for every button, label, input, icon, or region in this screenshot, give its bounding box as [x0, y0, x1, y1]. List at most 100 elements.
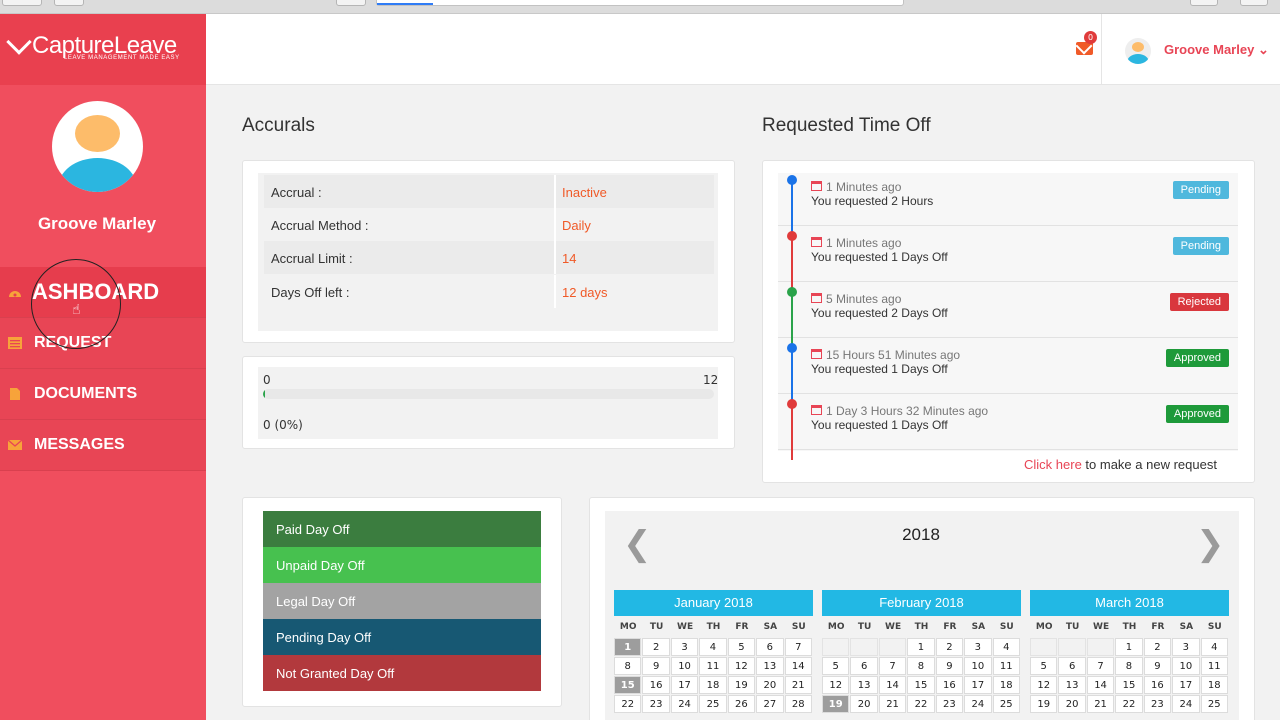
calendar-day[interactable]: 23: [1143, 695, 1172, 713]
calendar-day[interactable]: 23: [935, 695, 964, 713]
calendar-day[interactable]: 2: [935, 638, 964, 656]
calendar-day[interactable]: 2: [1143, 638, 1172, 656]
calendar-day[interactable]: 24: [964, 695, 992, 713]
calendar-day[interactable]: 17: [670, 676, 699, 694]
calendar-day[interactable]: 25: [699, 695, 727, 713]
calendar-day[interactable]: 15: [907, 676, 935, 694]
calendar-day[interactable]: 10: [670, 657, 699, 675]
calendar-day[interactable]: 22: [614, 695, 642, 713]
calendar-day[interactable]: 11: [1200, 657, 1228, 675]
calendar-day[interactable]: 18: [992, 676, 1020, 694]
browser-tabs-button[interactable]: [1240, 0, 1268, 6]
calendar-day[interactable]: 1: [1115, 638, 1143, 656]
calendar-day[interactable]: 20: [1058, 695, 1086, 713]
calendar-day[interactable]: 16: [1143, 676, 1172, 694]
calendar-day[interactable]: 23: [642, 695, 670, 713]
calendar-day[interactable]: 17: [1172, 676, 1200, 694]
calendar-day[interactable]: 25: [1200, 695, 1228, 713]
user-menu-toggle[interactable]: Groove Marley ⌄: [1164, 42, 1269, 58]
browser-shield-button[interactable]: [336, 0, 366, 6]
calendar-day[interactable]: 14: [784, 657, 812, 675]
calendar-day[interactable]: 9: [642, 657, 670, 675]
calendar-day[interactable]: 28: [784, 695, 812, 713]
calendar-day[interactable]: 3: [964, 638, 992, 656]
calendar-day[interactable]: 27: [756, 695, 784, 713]
calendar-day[interactable]: 10: [1172, 657, 1200, 675]
calendar-day[interactable]: 8: [1115, 657, 1143, 675]
calendar-day[interactable]: 8: [907, 657, 935, 675]
calendar-day[interactable]: 13: [756, 657, 784, 675]
browser-share-button[interactable]: [1190, 0, 1218, 6]
browser-back-forward-buttons[interactable]: [2, 0, 42, 6]
calendar-day[interactable]: 2: [642, 638, 670, 656]
calendar-prev-button[interactable]: ❮: [623, 524, 652, 564]
calendar-day[interactable]: 3: [670, 638, 699, 656]
sidebar-item-documents[interactable]: DOCUMENTS: [0, 369, 206, 420]
calendar-day[interactable]: 4: [699, 638, 727, 656]
sidebar-item-messages[interactable]: MESSAGES: [0, 420, 206, 471]
calendar-day[interactable]: 20: [850, 695, 878, 713]
calendar-day[interactable]: 1: [614, 638, 642, 656]
calendar-day[interactable]: 1: [907, 638, 935, 656]
calendar-day[interactable]: 20: [756, 676, 784, 694]
request-item[interactable]: 5 Minutes ago You requested 2 Days Off Rej…: [778, 282, 1238, 338]
calendar-day[interactable]: 21: [784, 676, 812, 694]
calendar-day[interactable]: 22: [1115, 695, 1143, 713]
calendar-next-button[interactable]: ❯: [1196, 524, 1225, 564]
browser-sidebar-button[interactable]: [54, 0, 84, 6]
calendar-day[interactable]: 21: [1086, 695, 1115, 713]
calendar-day[interactable]: 26: [727, 695, 756, 713]
request-item[interactable]: 1 Day 3 Hours 32 Minutes ago You requeste…: [778, 394, 1238, 450]
calendar-day[interactable]: 22: [907, 695, 935, 713]
calendar-day[interactable]: 12: [727, 657, 756, 675]
calendar-day[interactable]: 16: [642, 676, 670, 694]
calendar-day[interactable]: 4: [1200, 638, 1228, 656]
calendar-day[interactable]: 24: [670, 695, 699, 713]
calendar-day[interactable]: 18: [1200, 676, 1228, 694]
browser-address-bar[interactable]: [376, 0, 904, 6]
calendar-day[interactable]: 15: [614, 676, 642, 694]
calendar-day[interactable]: 25: [992, 695, 1020, 713]
calendar-day[interactable]: 10: [964, 657, 992, 675]
calendar-day[interactable]: 9: [1143, 657, 1172, 675]
request-item[interactable]: 1 Minutes ago You requested 2 Hours Pendin…: [778, 170, 1238, 226]
calendar-day[interactable]: 14: [878, 676, 907, 694]
calendar-day[interactable]: 19: [822, 695, 850, 713]
calendar-day[interactable]: 9: [935, 657, 964, 675]
calendar-day[interactable]: 12: [822, 676, 850, 694]
calendar-day[interactable]: 6: [1058, 657, 1086, 675]
calendar-day[interactable]: 6: [850, 657, 878, 675]
calendar-day[interactable]: 21: [878, 695, 907, 713]
calendar-day[interactable]: 24: [1172, 695, 1200, 713]
request-item[interactable]: 1 Minutes ago You requested 1 Days Off Pen…: [778, 226, 1238, 282]
calendar-day[interactable]: 14: [1086, 676, 1115, 694]
calendar-day[interactable]: 11: [699, 657, 727, 675]
calendar-day[interactable]: 13: [1058, 676, 1086, 694]
calendar-day[interactable]: 3: [1172, 638, 1200, 656]
calendar-day[interactable]: 19: [1030, 695, 1058, 713]
calendar-day[interactable]: 5: [727, 638, 756, 656]
calendar-icon: [811, 181, 822, 191]
calendar-day[interactable]: 13: [850, 676, 878, 694]
new-request-link[interactable]: Click here: [1024, 457, 1082, 472]
calendar-day[interactable]: 7: [784, 638, 812, 656]
calendar-day[interactable]: 7: [878, 657, 907, 675]
header-avatar[interactable]: [1125, 38, 1151, 64]
calendar-day[interactable]: 17: [964, 676, 992, 694]
calendar-day[interactable]: 4: [992, 638, 1020, 656]
calendar-day[interactable]: 16: [935, 676, 964, 694]
weekday-label: FR: [943, 622, 957, 632]
calendar-day[interactable]: 7: [1086, 657, 1115, 675]
calendar-day[interactable]: 6: [756, 638, 784, 656]
calendar-day[interactable]: 12: [1030, 676, 1058, 694]
calendar-day[interactable]: 8: [614, 657, 642, 675]
calendar-day[interactable]: 18: [699, 676, 727, 694]
request-item[interactable]: 15 Hours 51 Minutes ago You requested 1 D…: [778, 338, 1238, 394]
weekday-label: SA: [1179, 622, 1194, 632]
calendar-day[interactable]: 5: [1030, 657, 1058, 675]
calendar-day[interactable]: 15: [1115, 676, 1143, 694]
status-badge: Pending: [1172, 237, 1229, 255]
calendar-day[interactable]: 5: [822, 657, 850, 675]
calendar-day[interactable]: 11: [992, 657, 1020, 675]
calendar-day[interactable]: 19: [727, 676, 756, 694]
